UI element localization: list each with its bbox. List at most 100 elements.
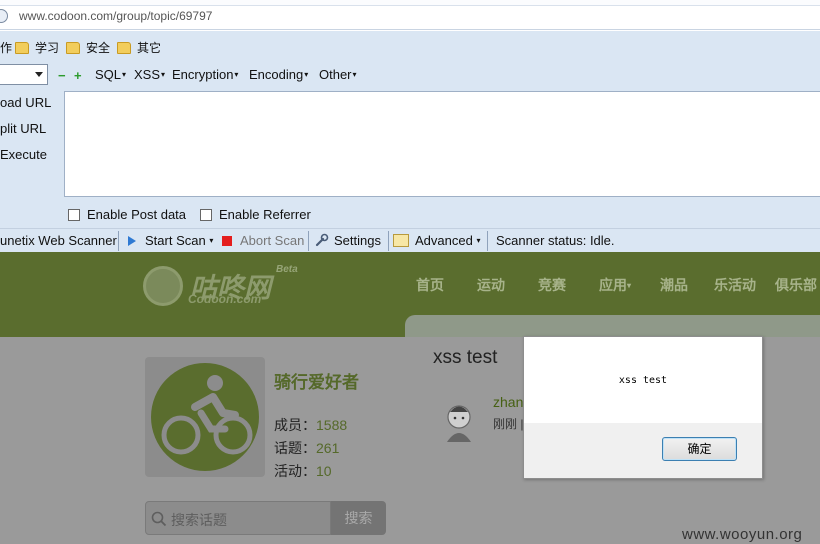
- tab-strip-edge: [0, 0, 820, 6]
- toolbar-divider: [487, 231, 488, 251]
- beta-badge: Beta: [276, 264, 298, 275]
- alert-dialog: xss test 确定: [523, 336, 763, 479]
- plus-icon[interactable]: +: [74, 68, 82, 83]
- load-select[interactable]: [0, 64, 48, 85]
- split-url-button[interactable]: plit URL: [0, 121, 46, 136]
- cyclist-icon: [161, 375, 253, 455]
- advanced-icon: [393, 234, 409, 247]
- folder-icon: [117, 42, 131, 54]
- group-avatar[interactable]: [145, 357, 265, 477]
- folder-icon: [66, 42, 80, 54]
- scanner-name: unetix Web Scanner: [0, 233, 117, 248]
- wrench-icon: [315, 233, 329, 247]
- stop-icon: [222, 236, 232, 246]
- menu-other[interactable]: Other▾: [319, 67, 357, 82]
- nav-gear[interactable]: 潮品: [660, 275, 688, 295]
- menu-sql[interactable]: SQL▾: [95, 67, 126, 82]
- menu-encryption[interactable]: Encryption▾: [172, 67, 238, 82]
- scanner-toolbar: unetix Web Scanner Start Scan ▾ Abort Sc…: [0, 228, 820, 252]
- search-button[interactable]: 搜索: [331, 501, 386, 535]
- chevron-down-icon: [35, 72, 43, 77]
- bookmark-study[interactable]: 学习: [15, 39, 59, 55]
- group-topics: 话题：261: [274, 438, 339, 458]
- dialog-body: xss test: [524, 337, 762, 423]
- group-title[interactable]: 骑行爱好者: [274, 368, 359, 393]
- nav-clubs[interactable]: 俱乐部: [775, 275, 817, 295]
- codoon-logo-icon[interactable]: [143, 266, 183, 306]
- folder-icon: [15, 42, 29, 54]
- menu-label: XSS: [134, 67, 161, 82]
- load-url-button[interactable]: oad URL: [0, 95, 51, 110]
- topic-title: xss test: [433, 347, 498, 368]
- topic-time: 刚刚 |: [493, 417, 524, 431]
- execute-button[interactable]: Execute: [0, 147, 47, 162]
- bookmark-other[interactable]: 其它: [117, 39, 161, 55]
- bookmarks-toolbar: 作 学习 安全 其它: [0, 31, 820, 61]
- menu-label: Encryption: [172, 67, 234, 82]
- ok-button[interactable]: 确定: [662, 437, 737, 461]
- minus-icon[interactable]: −: [58, 68, 66, 83]
- caret-icon: ▾: [161, 70, 166, 79]
- topic-author[interactable]: zhan: [493, 394, 523, 410]
- caret-icon: ▾: [234, 70, 239, 79]
- group-members: 成员：1588: [274, 415, 347, 435]
- toolbar-divider: [388, 231, 389, 251]
- stat-label: 话题：: [274, 440, 316, 456]
- start-scan-button[interactable]: Start Scan ▾: [128, 233, 213, 248]
- toolbar-divider: [308, 231, 309, 251]
- cycling-icon: [151, 363, 259, 471]
- caret-icon: ▾: [209, 236, 214, 245]
- url-text[interactable]: www.codoon.com/group/topic/69797: [19, 9, 212, 23]
- group-events: 活动：10: [274, 461, 332, 481]
- menu-xss[interactable]: XSS▾: [134, 67, 165, 82]
- play-icon: [128, 236, 136, 246]
- caret-icon: ▾: [304, 70, 309, 79]
- checkbox-box: [200, 209, 212, 221]
- abort-scan-button[interactable]: Abort Scan: [222, 233, 304, 248]
- referrer-checkbox[interactable]: Enable Referrer: [200, 207, 311, 222]
- bookmark-label: 学习: [35, 41, 60, 55]
- scanner-status: Scanner status: Idle.: [496, 233, 615, 248]
- nav-apps[interactable]: 应用▾: [599, 275, 631, 295]
- stat-value: 1588: [316, 417, 348, 433]
- menu-encoding[interactable]: Encoding▾: [249, 67, 308, 82]
- checkbox-label: Enable Referrer: [219, 207, 311, 222]
- menu-label: SQL: [95, 67, 122, 82]
- nav-activities[interactable]: 乐活动: [714, 275, 756, 295]
- menu-label: Other: [319, 67, 352, 82]
- nav-sport[interactable]: 运动: [477, 275, 505, 295]
- topic-search-input[interactable]: 搜索话题: [145, 501, 331, 535]
- caret-icon: ▾: [352, 70, 357, 79]
- search-placeholder: 搜索话题: [171, 512, 227, 528]
- logo-subtitle: Codoon.com: [188, 292, 262, 306]
- advanced-button[interactable]: Advanced ▾: [393, 233, 480, 248]
- globe-icon: [0, 9, 8, 23]
- bookmark-work[interactable]: 作: [0, 39, 12, 55]
- bookmark-label: 安全: [86, 41, 111, 55]
- settings-button[interactable]: Settings: [315, 233, 381, 248]
- bookmark-label: 其它: [137, 41, 162, 55]
- caret-icon: ▾: [476, 236, 481, 245]
- button-label: Settings: [334, 233, 381, 248]
- button-label: Advanced: [415, 233, 473, 248]
- url-textarea[interactable]: [64, 91, 820, 197]
- menu-label: Encoding: [249, 67, 304, 82]
- stat-value: 261: [316, 440, 340, 456]
- bookmark-security[interactable]: 安全: [66, 39, 110, 55]
- nav-home[interactable]: 首页: [416, 275, 444, 295]
- search-icon: [151, 511, 167, 527]
- stat-label: 成员：: [274, 417, 316, 433]
- checkbox-label: Enable Post data: [87, 207, 187, 222]
- caret-icon: ▾: [122, 70, 127, 79]
- dialog-message: xss test: [618, 375, 668, 386]
- caret-icon: ▾: [627, 281, 632, 290]
- watermark: www.wooyun.org: [682, 526, 803, 543]
- nav-race[interactable]: 竞赛: [538, 275, 566, 295]
- button-label: Start Scan: [145, 233, 206, 248]
- checkbox-box: [68, 209, 80, 221]
- post-data-checkbox[interactable]: Enable Post data: [68, 207, 186, 222]
- stat-value: 10: [316, 463, 332, 479]
- address-bar[interactable]: www.codoon.com/group/topic/69797: [0, 0, 820, 30]
- user-avatar-icon[interactable]: [442, 402, 476, 442]
- stat-label: 活动：: [274, 463, 316, 479]
